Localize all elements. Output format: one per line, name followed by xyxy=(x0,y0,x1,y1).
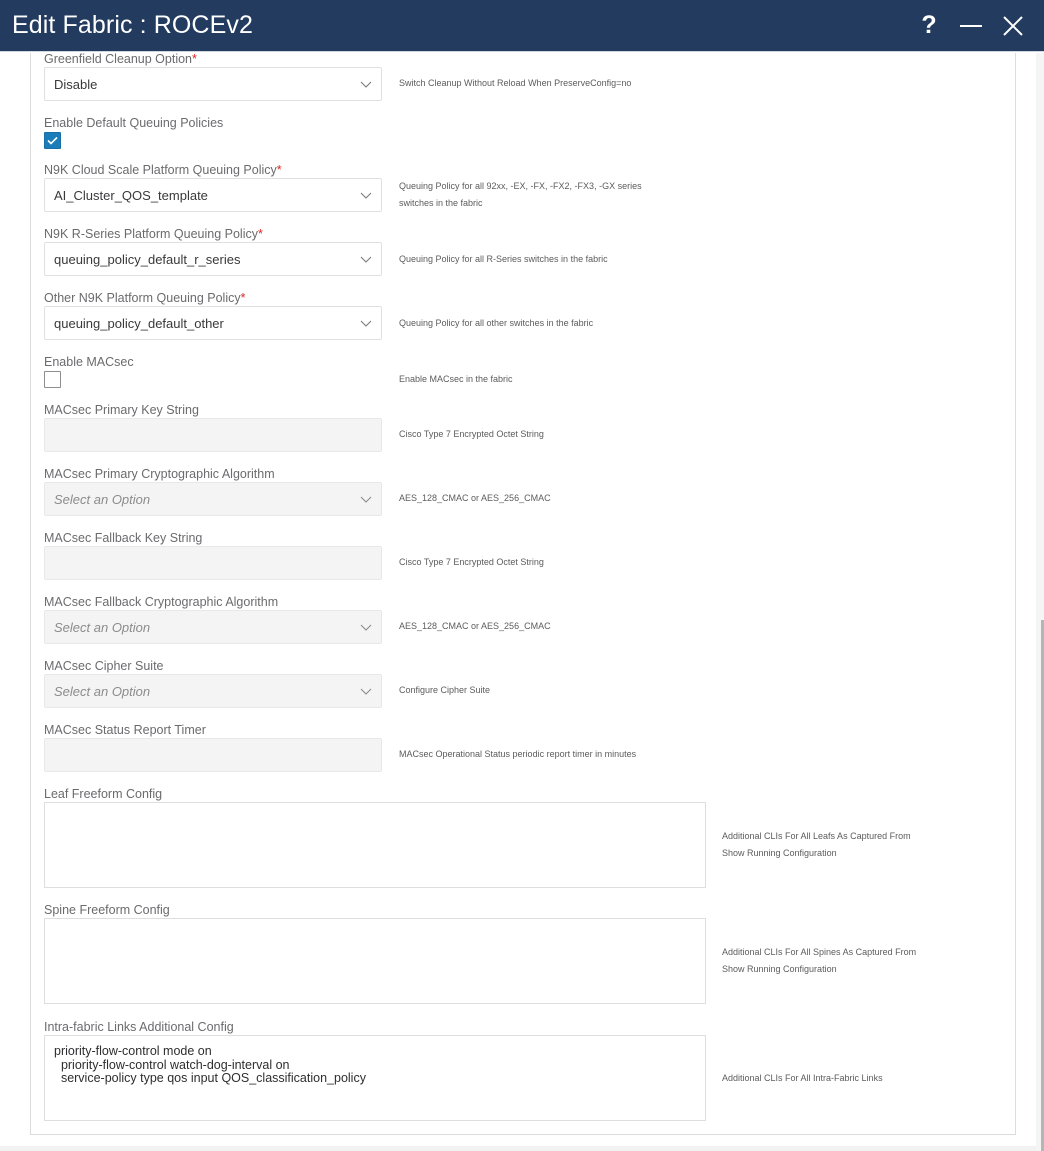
checkmark-icon xyxy=(47,136,58,145)
enable-default-queuing-checkbox[interactable] xyxy=(44,132,61,149)
leaf-freeform-label: Leaf Freeform Config xyxy=(44,787,163,801)
macsec-cipher-suite-select[interactable]: Select an Option xyxy=(44,674,382,708)
macsec-primary-key-help: Cisco Type 7 Encrypted Octet String xyxy=(399,429,544,439)
spine-freeform-help: Additional CLIs For All Spines As Captur… xyxy=(722,947,917,974)
help-button[interactable]: ? xyxy=(914,11,944,41)
macsec-status-timer-help: MACsec Operational Status periodic repor… xyxy=(399,749,637,759)
greenfield-cleanup-help: Switch Cleanup Without Reload When Prese… xyxy=(399,78,632,88)
dialog-title: Edit Fabric : ROCEv2 xyxy=(12,11,253,39)
enable-macsec-label: Enable MACsec xyxy=(44,355,134,369)
macsec-fallback-key-label: MACsec Fallback Key String xyxy=(44,531,203,545)
chevron-down-icon xyxy=(351,624,381,631)
chevron-down-icon xyxy=(351,688,381,695)
intra-fabric-textarea[interactable]: priority-flow-control mode on priority-f… xyxy=(44,1035,706,1121)
intra-fabric-label: Intra-fabric Links Additional Config xyxy=(44,1020,234,1034)
macsec-status-timer-label: MACsec Status Report Timer xyxy=(44,723,206,737)
chevron-down-icon xyxy=(351,192,381,199)
cloud-scale-policy-help: Queuing Policy for all 92xx, -EX, -FX, -… xyxy=(399,181,642,208)
r-series-policy-help: Queuing Policy for all R-Series switches… xyxy=(399,254,608,264)
macsec-primary-key-input[interactable] xyxy=(44,418,382,452)
other-policy-select[interactable]: queuing_policy_default_other xyxy=(44,306,382,340)
minimize-button[interactable] xyxy=(956,11,986,41)
macsec-primary-algo-help: AES_128_CMAC or AES_256_CMAC xyxy=(399,493,551,503)
macsec-fallback-algo-select[interactable]: Select an Option xyxy=(44,610,382,644)
intra-fabric-help: Additional CLIs For All Intra-Fabric Lin… xyxy=(722,1073,883,1083)
cloud-scale-policy-select[interactable]: AI_Cluster_QOS_template xyxy=(44,178,382,212)
macsec-primary-algo-select[interactable]: Select an Option xyxy=(44,482,382,516)
other-policy-label: Other N9K Platform Queuing Policy* xyxy=(44,291,246,305)
macsec-fallback-algo-help: AES_128_CMAC or AES_256_CMAC xyxy=(399,621,551,631)
chevron-down-icon xyxy=(351,496,381,503)
r-series-policy-label: N9K R-Series Platform Queuing Policy* xyxy=(44,227,263,241)
leaf-freeform-help: Additional CLIs For All Leafs As Capture… xyxy=(722,831,911,858)
question-mark-icon: ? xyxy=(921,11,937,39)
close-icon xyxy=(1003,15,1023,36)
greenfield-cleanup-select[interactable]: Disable xyxy=(44,67,382,101)
chevron-down-icon xyxy=(351,256,381,263)
enable-default-queuing-label: Enable Default Queuing Policies xyxy=(44,116,224,130)
r-series-policy-select[interactable]: queuing_policy_default_r_series xyxy=(44,242,382,276)
leaf-freeform-textarea[interactable] xyxy=(44,802,706,888)
minimize-icon xyxy=(960,24,982,27)
spine-freeform-textarea[interactable] xyxy=(44,918,706,1004)
macsec-status-timer-input[interactable] xyxy=(44,738,382,772)
left-gutter xyxy=(0,53,30,1151)
chevron-down-icon xyxy=(351,320,381,327)
macsec-fallback-key-help: Cisco Type 7 Encrypted Octet String xyxy=(399,557,544,567)
close-button[interactable] xyxy=(998,11,1028,41)
macsec-cipher-suite-help: Configure Cipher Suite xyxy=(399,685,491,695)
macsec-primary-algo-label: MACsec Primary Cryptographic Algorithm xyxy=(44,467,275,481)
chevron-down-icon xyxy=(351,81,381,88)
macsec-fallback-algo-label: MACsec Fallback Cryptographic Algorithm xyxy=(44,595,279,609)
enable-macsec-help: Enable MACsec in the fabric xyxy=(399,374,513,384)
macsec-primary-key-label: MACsec Primary Key String xyxy=(44,403,199,417)
window-actions: ? xyxy=(902,11,1028,41)
bottom-band xyxy=(0,1146,1044,1151)
enable-macsec-checkbox[interactable] xyxy=(44,371,61,388)
other-policy-help: Queuing Policy for all other switches in… xyxy=(399,318,594,328)
macsec-cipher-suite-label: MACsec Cipher Suite xyxy=(44,659,164,673)
dialog-titlebar: Edit Fabric : ROCEv2 ? xyxy=(0,0,1044,52)
macsec-fallback-key-input[interactable] xyxy=(44,546,382,580)
greenfield-cleanup-label: Greenfield Cleanup Option* xyxy=(44,52,197,66)
spine-freeform-label: Spine Freeform Config xyxy=(44,903,170,917)
cloud-scale-policy-label: N9K Cloud Scale Platform Queuing Policy* xyxy=(44,163,282,177)
